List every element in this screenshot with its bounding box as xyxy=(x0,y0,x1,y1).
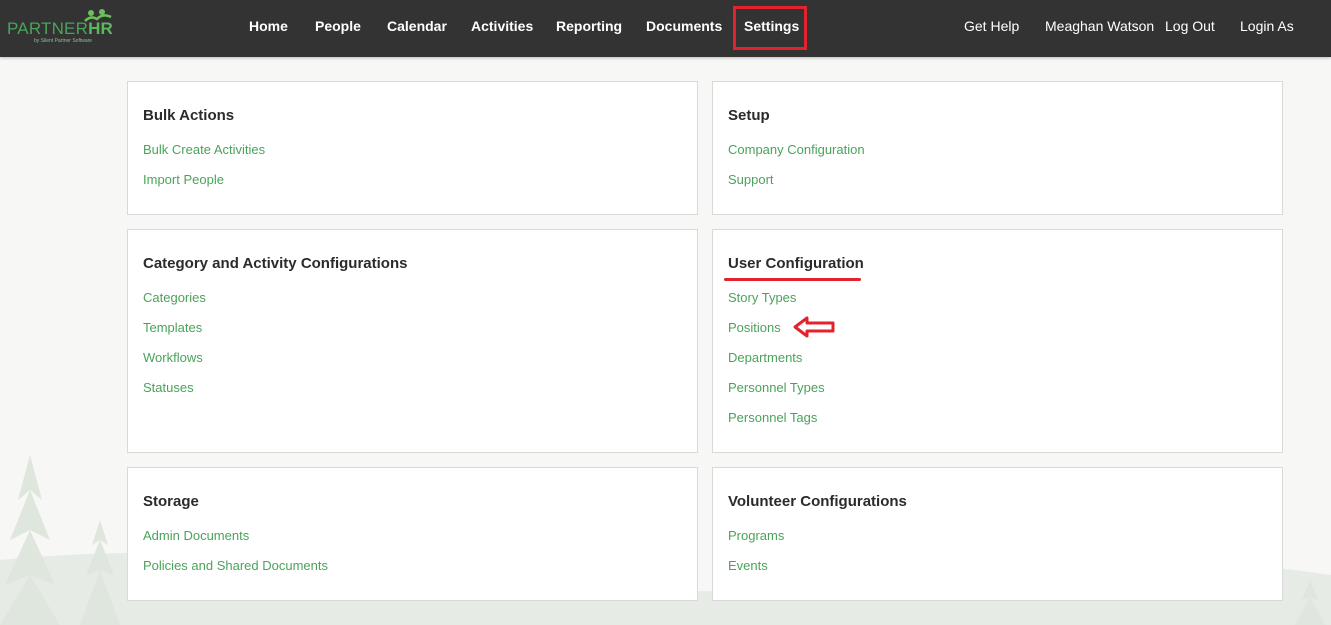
company-configuration-link[interactable]: Company Configuration xyxy=(728,142,865,157)
policies-shared-documents-link[interactable]: Policies and Shared Documents xyxy=(143,558,328,573)
nav-login-as[interactable]: Login As xyxy=(1240,0,1294,57)
categories-link[interactable]: Categories xyxy=(143,290,206,305)
nav-documents[interactable]: Documents xyxy=(646,0,722,57)
story-types-link[interactable]: Story Types xyxy=(728,290,796,305)
nav-get-help[interactable]: Get Help xyxy=(964,0,1019,57)
storage-card: Storage Admin Documents Policies and Sha… xyxy=(127,467,698,601)
bulk-actions-card: Bulk Actions Bulk Create Activities Impo… xyxy=(127,81,698,215)
setup-title: Setup xyxy=(728,107,770,124)
workflows-link[interactable]: Workflows xyxy=(143,350,203,365)
departments-link[interactable]: Departments xyxy=(728,350,802,365)
nav-reporting[interactable]: Reporting xyxy=(556,0,622,57)
events-link[interactable]: Events xyxy=(728,558,768,573)
logo-people-icon xyxy=(84,9,112,22)
nav-calendar[interactable]: Calendar xyxy=(387,0,447,57)
nav-people[interactable]: People xyxy=(315,0,361,57)
setup-card: Setup Company Configuration Support xyxy=(712,81,1283,215)
statuses-link[interactable]: Statuses xyxy=(143,380,194,395)
support-link[interactable]: Support xyxy=(728,172,774,187)
nav-activities[interactable]: Activities xyxy=(471,0,533,57)
annotation-underline xyxy=(724,278,861,281)
user-configuration-card: User Configuration Story Types Positions… xyxy=(712,229,1283,453)
positions-link[interactable]: Positions xyxy=(728,320,781,335)
logo-tagline: by Silent Partner Software xyxy=(34,38,93,44)
personnel-types-link[interactable]: Personnel Types xyxy=(728,380,825,395)
nav-user-name[interactable]: Meaghan Watson xyxy=(1045,0,1154,57)
top-navigation-bar: PARTNERHR by Silent Partner Software Hom… xyxy=(0,0,1331,57)
category-activity-title: Category and Activity Configurations xyxy=(143,255,408,272)
annotation-arrow-icon xyxy=(793,316,835,338)
user-configuration-title: User Configuration xyxy=(728,255,864,272)
personnel-tags-link[interactable]: Personnel Tags xyxy=(728,410,817,425)
category-activity-card: Category and Activity Configurations Cat… xyxy=(127,229,698,453)
bulk-actions-title: Bulk Actions xyxy=(143,107,235,124)
nav-home[interactable]: Home xyxy=(249,0,288,57)
partner-hr-logo[interactable]: PARTNERHR by Silent Partner Software xyxy=(7,9,117,47)
programs-link[interactable]: Programs xyxy=(728,528,784,543)
admin-documents-link[interactable]: Admin Documents xyxy=(143,528,249,543)
nav-settings[interactable]: Settings xyxy=(744,0,799,57)
nav-log-out[interactable]: Log Out xyxy=(1165,0,1215,57)
bulk-create-activities-link[interactable]: Bulk Create Activities xyxy=(143,142,265,157)
storage-title: Storage xyxy=(143,493,199,510)
import-people-link[interactable]: Import People xyxy=(143,172,224,187)
templates-link[interactable]: Templates xyxy=(143,320,202,335)
volunteer-configurations-card: Volunteer Configurations Programs Events xyxy=(712,467,1283,601)
volunteer-configurations-title: Volunteer Configurations xyxy=(728,493,907,510)
